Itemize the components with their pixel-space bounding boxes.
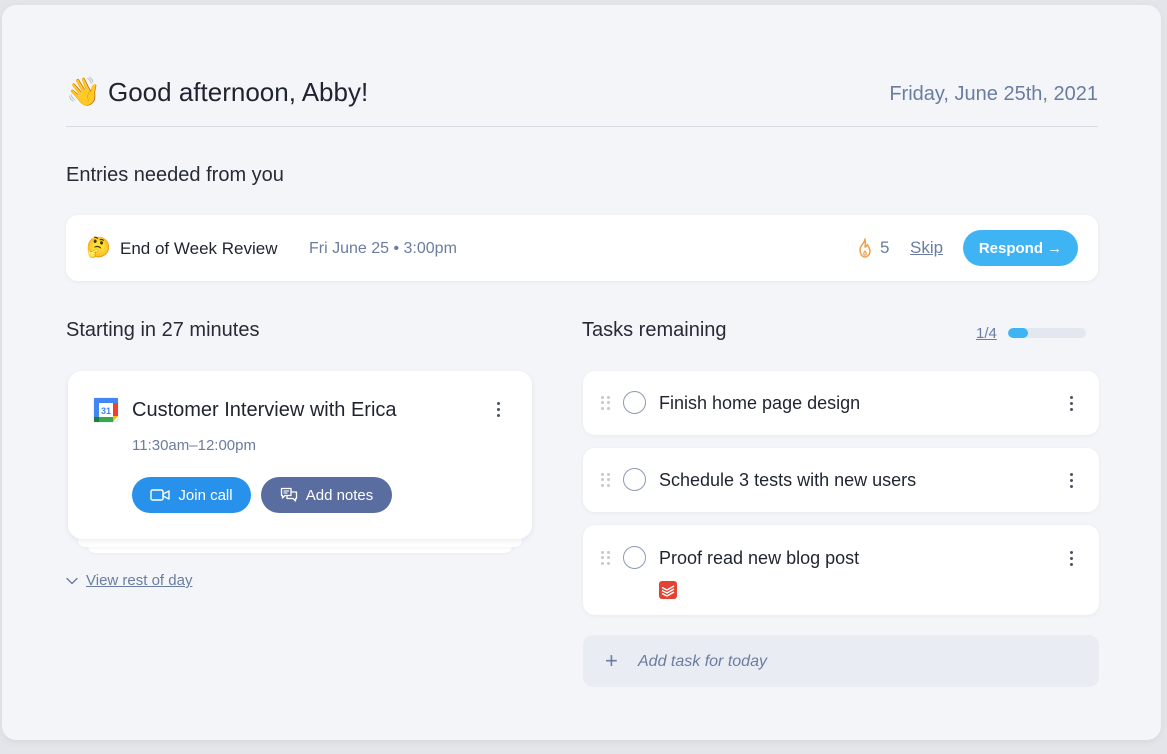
streak-count: 5	[880, 238, 890, 257]
task-checkbox[interactable]	[623, 468, 646, 491]
task-item[interactable]: Schedule 3 tests with new users	[583, 448, 1099, 512]
task-more-icon[interactable]	[1061, 393, 1081, 413]
meeting-more-icon[interactable]	[488, 399, 508, 419]
task-checkbox[interactable]	[623, 391, 646, 414]
thinking-emoji-icon: 🤔	[86, 237, 111, 259]
task-item[interactable]: Finish home page design	[583, 371, 1099, 435]
wave-emoji-icon: 👋	[66, 76, 101, 107]
chat-bubbles-icon	[280, 487, 297, 502]
current-date: Friday, June 25th, 2021	[889, 83, 1098, 105]
greeting-title: Good afternoon, Abby!	[108, 77, 369, 107]
task-label: Proof read new blog post	[659, 548, 860, 568]
entry-time: Fri June 25 • 3:00pm	[309, 240, 457, 257]
plus-icon: +	[605, 648, 618, 673]
upcoming-section-title: Starting in 27 minutes	[66, 319, 260, 341]
dashboard-panel: 👋 Good afternoon, Abby! Friday, June 25t…	[2, 5, 1161, 740]
view-rest-of-day-link[interactable]: View rest of day	[66, 572, 192, 589]
page-header: 👋 Good afternoon, Abby! Friday, June 25t…	[66, 75, 1098, 127]
add-task-placeholder: Add task for today	[638, 653, 767, 670]
chevron-down-icon	[66, 577, 78, 584]
calendar-day: 31	[101, 406, 111, 416]
add-notes-label: Add notes	[305, 486, 374, 504]
tasks-progress-bar	[1008, 328, 1086, 338]
task-more-icon[interactable]	[1061, 548, 1081, 568]
entries-section-title: Entries needed from you	[66, 164, 284, 186]
entry-card[interactable]: 🤔 End of Week Review Fri June 25 • 3:00p…	[66, 215, 1098, 281]
respond-button[interactable]: Respond →	[963, 230, 1078, 266]
task-label: Schedule 3 tests with new users	[659, 470, 917, 490]
video-camera-icon	[150, 489, 171, 501]
task-label: Finish home page design	[659, 393, 861, 413]
task-more-icon[interactable]	[1061, 470, 1081, 490]
tasks-progress-fill	[1008, 328, 1028, 338]
entry-title: End of Week Review	[120, 239, 278, 258]
skip-link[interactable]: Skip	[910, 238, 943, 258]
view-rest-label: View rest of day	[86, 572, 193, 589]
task-checkbox[interactable]	[623, 546, 646, 569]
google-calendar-icon: 31	[93, 397, 119, 423]
add-notes-button[interactable]: Add notes	[261, 477, 392, 513]
tasks-section-title: Tasks remaining	[582, 319, 727, 341]
add-task-input[interactable]: + Add task for today	[583, 635, 1099, 687]
meeting-title: Customer Interview with Erica	[132, 399, 397, 421]
todoist-icon	[659, 581, 677, 599]
drag-handle-icon[interactable]	[601, 473, 610, 487]
meeting-card[interactable]: 31 Customer Interview with Erica 11:30am…	[68, 371, 532, 539]
flame-icon	[859, 238, 871, 258]
meeting-time: 11:30am–12:00pm	[132, 437, 256, 454]
tasks-progress-count[interactable]: 1/4	[976, 324, 997, 344]
join-call-label: Join call	[178, 486, 233, 504]
join-call-button[interactable]: Join call	[132, 477, 251, 513]
task-item[interactable]: Proof read new blog post	[583, 525, 1099, 615]
drag-handle-icon[interactable]	[601, 551, 610, 565]
drag-handle-icon[interactable]	[601, 396, 610, 410]
